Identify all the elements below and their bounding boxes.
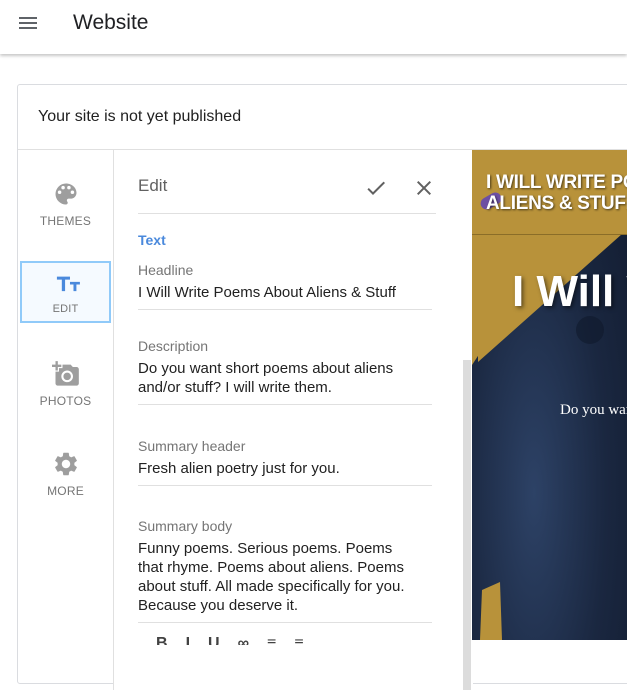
preview-site-name: I WILL WRITE POEMS ALIENS & STUFF <box>486 172 627 214</box>
site-preview: I WILL WRITE POEMS ALIENS & STUFF I Will… <box>472 150 627 640</box>
preview-hero-title: I Will Write <box>512 267 627 316</box>
field-label: Description <box>138 338 209 354</box>
add-photo-icon <box>52 361 79 386</box>
publish-status-text: Your site is not yet published <box>38 108 242 125</box>
planet-shape <box>576 316 604 344</box>
edit-pane: Edit Text Headline I Will Write Poems Ab… <box>114 150 473 690</box>
headline-input[interactable]: I Will Write Poems About Aliens & Stuff <box>138 283 432 310</box>
preview-decor <box>472 150 627 640</box>
rail-item-photos[interactable]: PHOTOS <box>20 356 111 418</box>
rail-item-label: EDIT <box>52 303 79 315</box>
preview-description: Do you want short poems <box>560 402 627 418</box>
headline-field[interactable]: Headline I Will Write Poems About Aliens… <box>138 262 432 310</box>
summary-body-input[interactable]: Funny poems. Serious poems. Poems that r… <box>138 539 432 623</box>
field-label: Headline <box>138 262 194 278</box>
summary-header-field[interactable]: Summary header Fresh alien poetry just f… <box>138 438 432 486</box>
publish-status-bar: Your site is not yet published <box>18 85 627 150</box>
rail-item-edit[interactable]: EDIT <box>20 261 111 323</box>
description-input[interactable]: Do you want short poems about aliens and… <box>138 359 432 405</box>
description-field[interactable]: Description Do you want short poems abou… <box>138 338 432 405</box>
close-icon[interactable] <box>412 176 436 200</box>
rail-item-more[interactable]: MORE <box>20 446 111 508</box>
divider <box>472 234 627 235</box>
summary-body-field[interactable]: Summary body Funny poems. Serious poems.… <box>138 518 432 623</box>
bold-icon[interactable]: B <box>156 635 168 645</box>
field-label: Summary header <box>138 438 246 454</box>
section-label-text: Text <box>138 232 166 248</box>
divider <box>138 213 436 214</box>
top-app-bar: Website <box>0 0 627 54</box>
italic-icon[interactable]: I <box>186 635 190 645</box>
gear-icon <box>55 452 77 476</box>
rail-item-themes[interactable]: THEMES <box>20 176 111 238</box>
bulleted-list-icon[interactable]: ≡ <box>294 635 303 645</box>
formatting-toolbar: B I U ∞ ≡ ≡ <box>156 635 436 645</box>
numbered-list-icon[interactable]: ≡ <box>267 635 276 645</box>
rail-item-label: THEMES <box>39 214 92 228</box>
menu-icon[interactable] <box>14 13 44 33</box>
app-title: Website <box>73 11 149 34</box>
link-icon[interactable]: ∞ <box>238 635 249 645</box>
rail-item-label: PHOTOS <box>39 394 92 408</box>
rail-item-label: MORE <box>47 484 84 498</box>
gold-corner-shape <box>480 582 502 640</box>
edit-pane-title: Edit <box>138 176 168 195</box>
scrollbar-thumb[interactable] <box>463 360 471 690</box>
underline-icon[interactable]: U <box>208 635 220 645</box>
text-format-icon <box>56 276 80 292</box>
side-rail: THEMES EDIT PHOTOS MORE <box>18 150 114 690</box>
field-label: Summary body <box>138 518 233 534</box>
check-icon[interactable] <box>364 176 388 200</box>
palette-icon <box>55 183 77 205</box>
summary-header-input[interactable]: Fresh alien poetry just for you. <box>138 459 432 486</box>
